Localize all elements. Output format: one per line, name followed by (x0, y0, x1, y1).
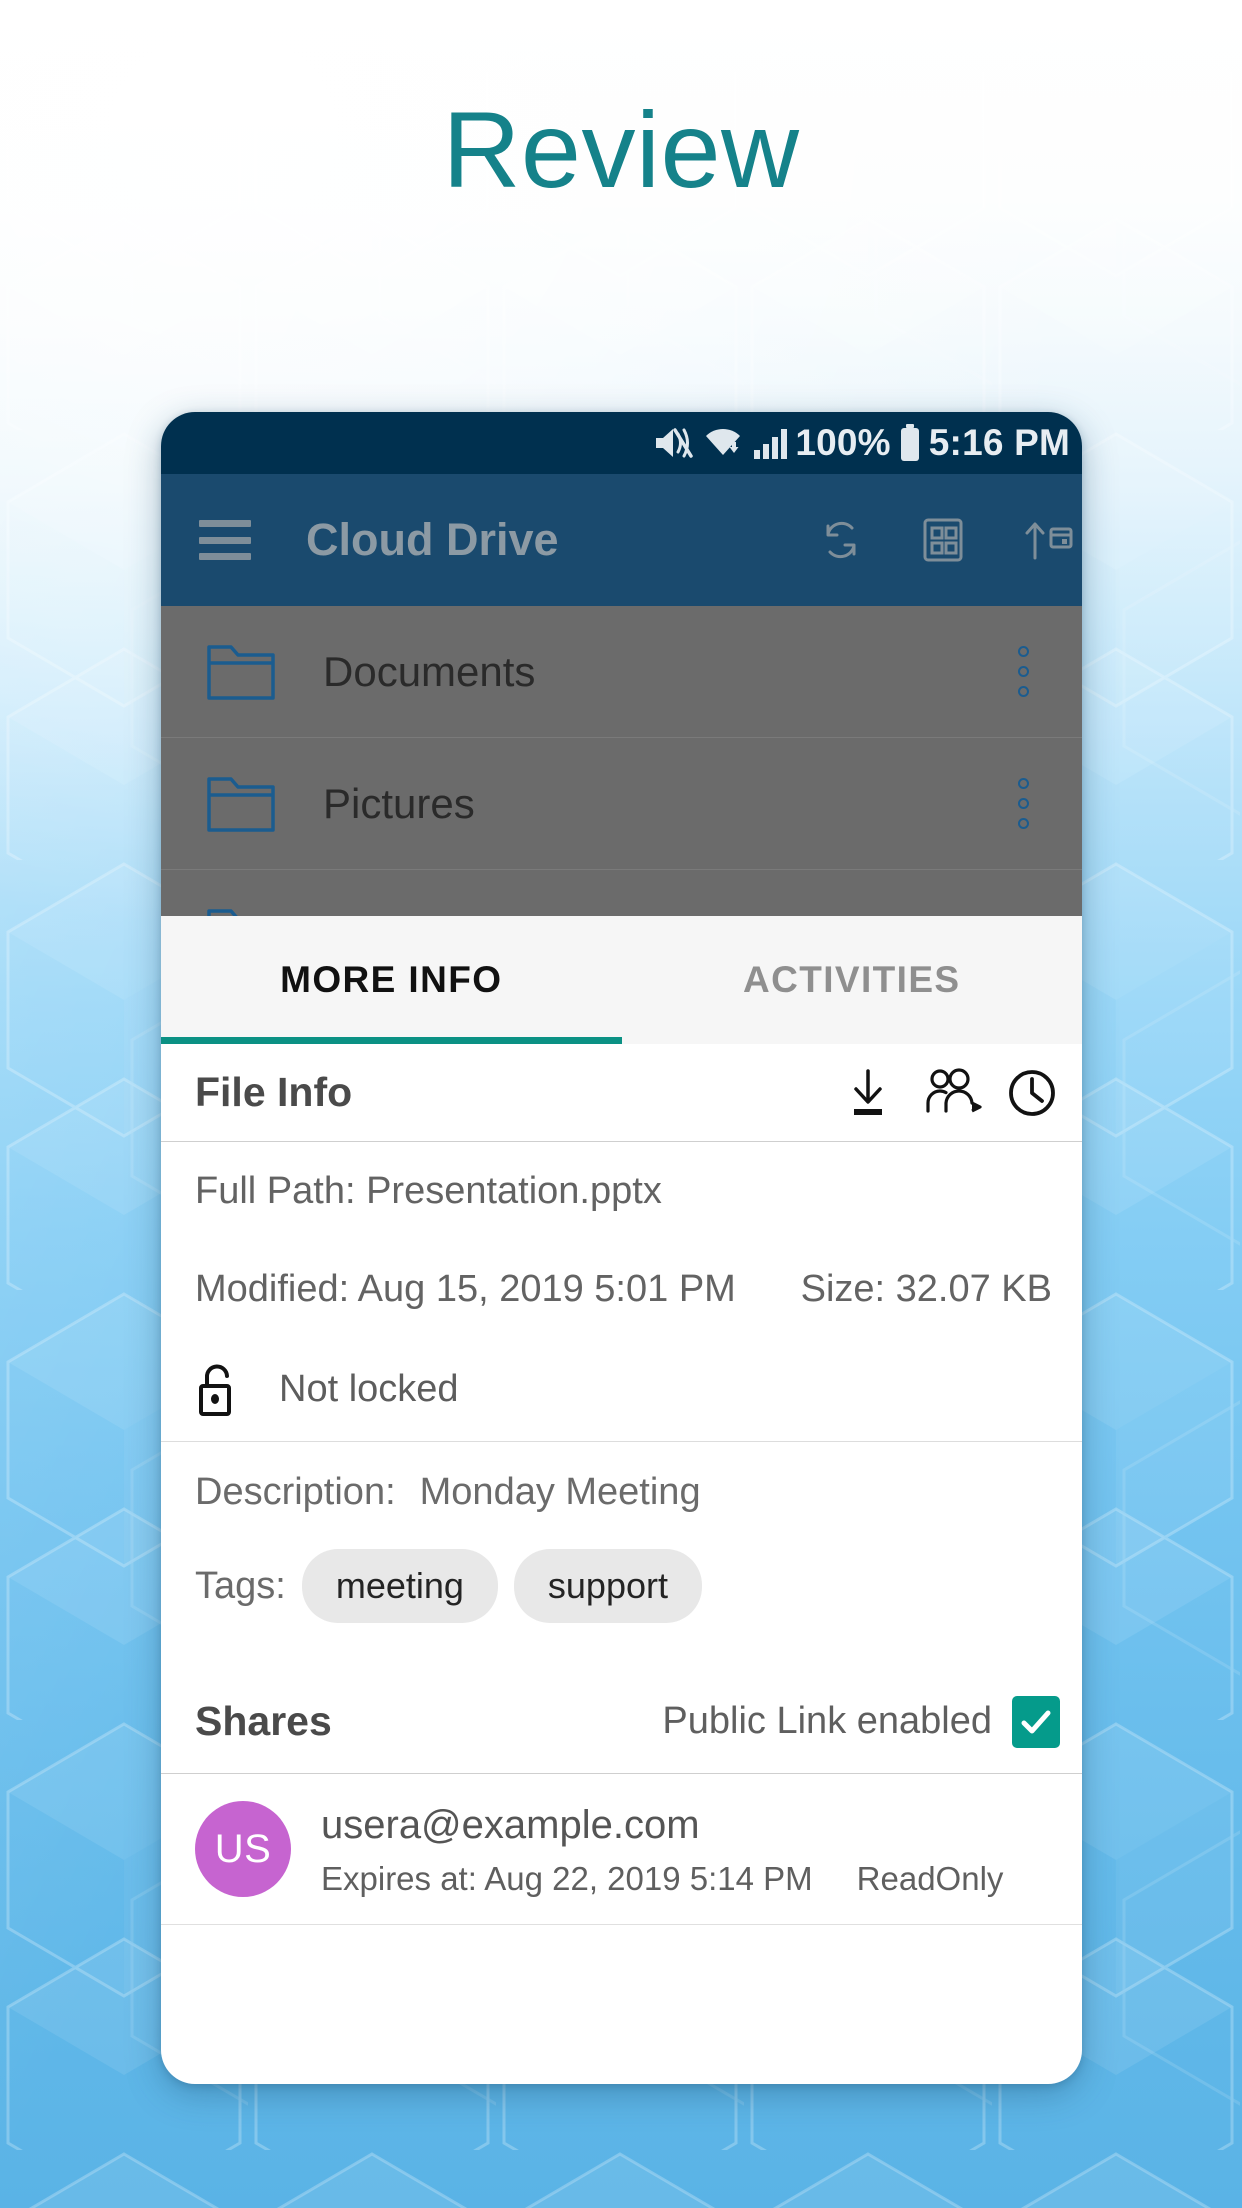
list-item-label: Pictures (323, 779, 475, 827)
shares-header: Shares Public Link enabled (161, 1670, 1082, 1774)
list-item[interactable]: Pictures (161, 738, 1082, 870)
list-item-label: Documents (323, 647, 536, 695)
tab-bar: MORE INFO ACTIVITIES (161, 916, 1082, 1044)
share-meta: Expires at: Aug 22, 2019 5:14 PM ReadOnl… (321, 1860, 1003, 1898)
public-link-label: Public Link enabled (662, 1700, 992, 1742)
description-value: Monday Meeting (419, 1470, 701, 1513)
size-text: Size: 32.07 KB (800, 1267, 1052, 1310)
app-bar: Cloud Drive (161, 474, 1082, 606)
public-link-checkbox[interactable] (1012, 1695, 1060, 1748)
tab-more-info[interactable]: MORE INFO (161, 916, 622, 1044)
page-title: Review (442, 89, 800, 210)
tags-line: Tags: meeting support (161, 1528, 1082, 1644)
hamburger-menu-icon[interactable] (199, 520, 251, 560)
list-item[interactable]: Documents (161, 606, 1082, 738)
share-expiry: Expires at: Aug 22, 2019 5:14 PM (321, 1860, 813, 1897)
phone-mockup: 100% 5:16 PM Cloud Drive Documents Pictu… (161, 412, 1082, 2084)
grid-view-icon[interactable] (916, 513, 970, 567)
share-permission: ReadOnly (856, 1860, 1004, 1897)
share-entry-details: usera@example.com Expires at: Aug 22, 20… (321, 1800, 1003, 1898)
file-meta-line: Modified: Aug 15, 2019 5:01 PM Size: 32.… (161, 1240, 1082, 1338)
battery-percent: 100% (795, 422, 891, 463)
modified-text: Modified: Aug 15, 2019 5:01 PM (195, 1267, 736, 1310)
tag-chip[interactable]: meeting (301, 1549, 498, 1623)
sync-icon[interactable] (814, 513, 868, 567)
share-email: usera@example.com (321, 1803, 700, 1847)
tab-active-indicator (161, 1037, 622, 1044)
folder-icon (205, 641, 277, 703)
file-info-actions (840, 1065, 1060, 1121)
file-info-header: File Info (161, 1044, 1082, 1142)
tag-chip[interactable]: support (513, 1549, 702, 1623)
file-info-heading: File Info (195, 1069, 353, 1115)
description-line: Description: Monday Meeting (161, 1442, 1082, 1528)
share-entry-row[interactable]: US usera@example.com Expires at: Aug 22,… (161, 1774, 1082, 1925)
details-bottom-sheet: MORE INFO ACTIVITIES File Info Full Path… (161, 916, 1082, 1925)
lock-status-text: Not locked (279, 1368, 459, 1410)
unlock-icon (195, 1362, 241, 1418)
app-bar-actions (814, 513, 1082, 567)
shares-heading: Shares (195, 1698, 332, 1744)
full-path-line: Full Path: Presentation.pptx (161, 1142, 1082, 1240)
upload-icon[interactable] (1018, 513, 1073, 567)
folder-icon (205, 773, 277, 835)
lock-status-line: Not locked (161, 1338, 1082, 1442)
folder-icon (205, 905, 277, 916)
avatar: US (195, 1801, 291, 1897)
file-list-dimmed: Documents Pictures (161, 606, 1082, 916)
full-path-text: Full Path: Presentation.pptx (195, 1169, 662, 1212)
kebab-menu-icon[interactable] (1016, 646, 1046, 697)
status-bar: 100% 5:16 PM (161, 412, 1082, 474)
description-label: Description: (195, 1470, 396, 1513)
tags-label: Tags: (195, 1564, 286, 1607)
list-item-partial[interactable] (161, 870, 1082, 916)
share-people-icon[interactable] (922, 1065, 982, 1121)
kebab-menu-icon[interactable] (1016, 778, 1046, 829)
tab-activities[interactable]: ACTIVITIES (622, 916, 1083, 1044)
mute-icon (653, 425, 694, 461)
signal-icon (753, 426, 793, 460)
status-bar-time: 5:16 PM (928, 422, 1070, 463)
wifi-icon (701, 425, 745, 461)
battery-icon (899, 423, 921, 463)
history-clock-icon[interactable] (1004, 1065, 1060, 1121)
download-icon[interactable] (840, 1065, 896, 1121)
app-title: Cloud Drive (306, 514, 559, 565)
